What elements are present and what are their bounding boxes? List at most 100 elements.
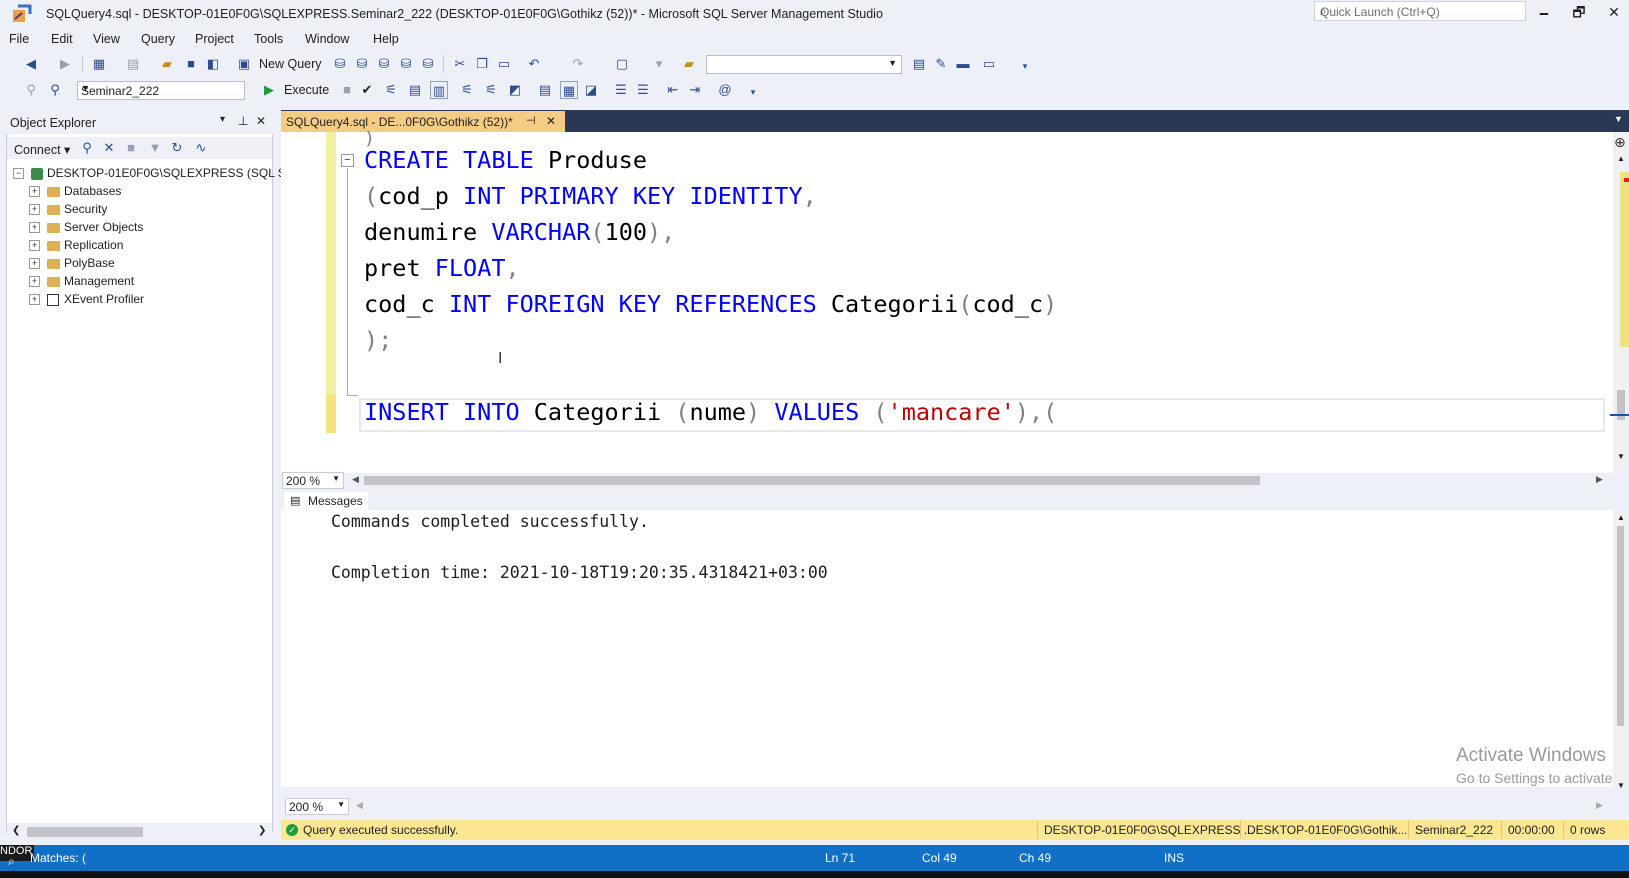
expand-icon[interactable]: + — [29, 294, 40, 306]
editor-zoom-select[interactable]: 200 % ▼ — [282, 472, 344, 489]
split-editor-icon[interactable]: ⊕ — [1614, 134, 1626, 151]
forward-icon[interactable]: ▶ — [56, 55, 74, 73]
tree-item-databases[interactable]: + Databases — [29, 184, 121, 202]
scroll-up-icon[interactable]: ▲ — [1617, 513, 1625, 522]
dmx-query-icon[interactable]: ⛁ — [375, 55, 393, 73]
expand-icon[interactable]: + — [29, 276, 40, 288]
parse-check-icon[interactable]: ✔ — [358, 81, 376, 99]
change-connection-icon[interactable]: ⚲ — [46, 81, 64, 99]
xmla-query-icon[interactable]: ⛁ — [397, 55, 415, 73]
client-stats-icon[interactable]: ◩ — [506, 81, 524, 99]
live-stats-icon[interactable]: ⚟ — [482, 81, 500, 99]
menu-view[interactable]: View — [93, 32, 120, 46]
save-all-icon[interactable]: ◧ — [204, 55, 222, 73]
decrease-indent-icon[interactable]: ⇤ — [664, 81, 682, 99]
stop-icon[interactable]: ■ — [122, 139, 140, 157]
uncomment-icon[interactable]: ☰ — [634, 81, 652, 99]
new-query-icon[interactable]: ▣ — [235, 55, 253, 73]
scroll-right-icon[interactable]: ❯ — [258, 825, 266, 836]
toolbar-overflow-icon[interactable]: ▾ — [1016, 57, 1034, 75]
dax-query-icon[interactable]: ⛁ — [419, 55, 437, 73]
expand-icon[interactable]: + — [29, 186, 40, 198]
maximize-button[interactable]: 🗗 — [1564, 2, 1594, 22]
tree-server-node[interactable]: − DESKTOP-01E0F0G\SQLEXPRESS (SQL Se — [13, 166, 292, 184]
mdx-query-icon[interactable]: ⛁ — [353, 55, 371, 73]
scroll-down-icon[interactable]: ▼ — [1617, 781, 1625, 790]
filter-icon[interactable]: ▼ — [146, 139, 164, 157]
tree-item-management[interactable]: + Management — [29, 274, 134, 292]
menu-project[interactable]: Project — [195, 32, 234, 46]
copy-icon[interactable]: ❐ — [473, 55, 491, 73]
toolbox-icon[interactable]: ▬ — [954, 55, 972, 73]
connect-plug-icon[interactable]: ⚲ — [78, 139, 96, 157]
execute-button[interactable]: Execute — [284, 83, 329, 97]
find-combo[interactable]: ▼ — [706, 55, 902, 74]
command-window-icon[interactable]: ▭ — [980, 55, 998, 73]
actual-plan-icon[interactable]: ⚟ — [458, 81, 476, 99]
tree-item-security[interactable]: + Security — [29, 202, 107, 220]
save-icon[interactable]: ■ — [182, 55, 200, 73]
scroll-left-icon[interactable]: ❮ — [12, 825, 20, 836]
expand-icon[interactable]: + — [29, 240, 40, 252]
results-to-text-icon[interactable]: ▤ — [536, 81, 554, 99]
menu-query[interactable]: Query — [141, 32, 175, 46]
tree-item-polybase[interactable]: + PolyBase — [29, 256, 115, 274]
collapse-icon[interactable]: − — [13, 168, 24, 180]
messages-vscroll-thumb[interactable] — [1617, 526, 1624, 726]
cut-icon[interactable]: ✂ — [451, 55, 469, 73]
messages-zoom-select[interactable]: 200 % ▼ — [285, 798, 349, 815]
find-in-files-icon[interactable]: ▰ — [680, 55, 698, 73]
collapse-region-icon[interactable]: − — [341, 154, 354, 167]
pin-tab-icon[interactable]: ⊣ — [526, 114, 536, 127]
object-explorer-hscroll-thumb[interactable] — [27, 827, 143, 837]
close-icon[interactable]: ✕ — [256, 114, 266, 128]
messages-pane[interactable] — [281, 510, 1613, 787]
database-select[interactable]: Seminar2_222 ▼ — [77, 81, 245, 100]
undo-icon[interactable]: ↶ — [525, 55, 543, 73]
back-icon[interactable]: ◀ — [22, 55, 40, 73]
scroll-right-icon[interactable]: ▶ — [1596, 474, 1603, 485]
scroll-right-icon[interactable]: ▶ — [1596, 800, 1603, 811]
connect-dropdown[interactable]: Connect ▾ — [14, 142, 70, 157]
scroll-up-icon[interactable]: ▲ — [1617, 154, 1625, 163]
scroll-down-icon[interactable]: ▼ — [1617, 452, 1625, 461]
tree-item-xevent-profiler[interactable]: + XEvent Profiler — [29, 292, 144, 310]
increase-indent-icon[interactable]: ⇥ — [686, 81, 704, 99]
menu-file[interactable]: File — [9, 32, 29, 46]
menu-help[interactable]: Help — [373, 32, 399, 46]
new-query-button[interactable]: New Query — [259, 57, 322, 71]
results-to-grid-icon[interactable]: ▦ — [560, 81, 578, 99]
properties-icon[interactable]: ▤ — [910, 55, 928, 73]
comment-icon[interactable]: ☰ — [612, 81, 630, 99]
results-to-file-icon[interactable]: ◪ — [582, 81, 600, 99]
connect-icon[interactable]: ⚲ — [22, 81, 40, 99]
quick-launch-input[interactable]: Quick Launch (Ctrl+Q) ⌕ — [1314, 1, 1526, 21]
solution-explorer-icon[interactable]: ▢ — [613, 55, 631, 73]
toolbar-overflow-icon[interactable]: ▾ — [744, 83, 762, 101]
new-project-icon[interactable]: ▦ — [90, 55, 108, 73]
editor-hscroll-thumb[interactable] — [364, 476, 1260, 485]
tree-item-server-objects[interactable]: + Server Objects — [29, 220, 143, 238]
close-tab-icon[interactable]: ✕ — [546, 114, 556, 128]
activity-monitor-icon[interactable]: ∿ — [192, 139, 210, 157]
db-engine-query-icon[interactable]: ⛁ — [331, 55, 349, 73]
redo-icon[interactable]: ↷ — [569, 55, 587, 73]
scroll-left-icon[interactable]: ◀ — [356, 800, 363, 811]
stop-icon[interactable]: ■ — [338, 81, 356, 99]
menu-window[interactable]: Window — [305, 32, 349, 46]
specify-template-values-icon[interactable]: @ — [716, 81, 734, 99]
tab-overflow-icon[interactable]: ▼ — [1614, 114, 1623, 124]
disconnect-icon[interactable]: ✕ — [100, 139, 118, 157]
panel-menu-icon[interactable]: ▾ — [220, 114, 225, 125]
pin-icon[interactable]: ⊥ — [238, 114, 248, 128]
refresh-icon[interactable]: ↻ — [168, 139, 186, 157]
expand-icon[interactable]: + — [29, 258, 40, 270]
open-file-icon[interactable]: ▰ — [158, 55, 176, 73]
close-window-button[interactable]: ✕ — [1599, 2, 1629, 22]
menu-tools[interactable]: Tools — [254, 32, 283, 46]
dropdown-icon[interactable]: ▾ — [650, 55, 668, 73]
scroll-left-icon[interactable]: ◀ — [352, 474, 359, 485]
wrench-icon[interactable]: ✎ — [932, 55, 950, 73]
menu-edit[interactable]: Edit — [51, 32, 73, 46]
estimated-plan-icon[interactable]: ⚟ — [382, 81, 400, 99]
